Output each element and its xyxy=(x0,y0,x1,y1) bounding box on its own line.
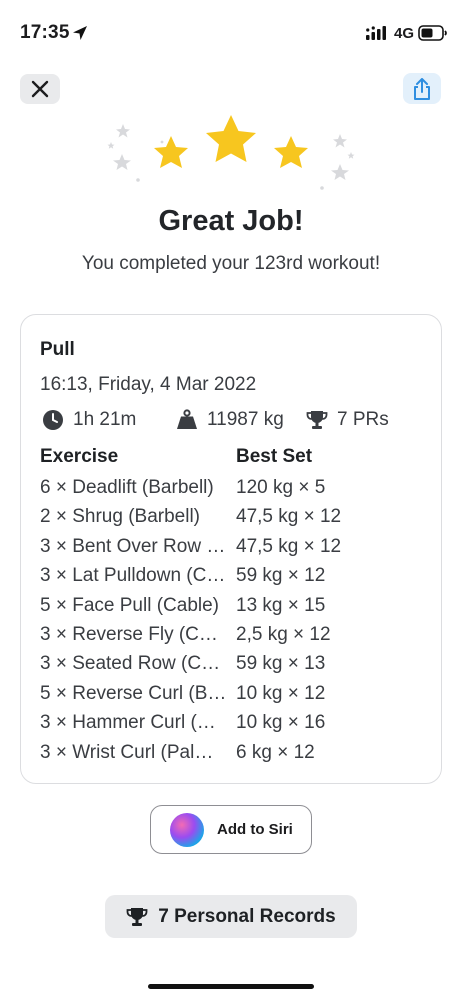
personal-records-button[interactable]: 7 Personal Records xyxy=(105,895,357,938)
share-button[interactable] xyxy=(403,73,441,104)
trophy-icon xyxy=(306,411,328,429)
exercise-row: 3 × Seated Row (Cable) 59 kg × 13 xyxy=(40,651,430,680)
celebration-stars xyxy=(107,115,355,190)
personal-records-label: 7 Personal Records xyxy=(158,905,336,927)
home-indicator[interactable] xyxy=(148,984,314,989)
weight-icon xyxy=(177,409,197,429)
exercise-best-set: 6 kg × 12 xyxy=(236,741,315,763)
exercise-best-set: 13 kg × 15 xyxy=(236,594,326,616)
exercise-row: 3 × Hammer Curl (Dumbbell) 10 kg × 16 xyxy=(40,710,430,739)
exercise-name: 3 × Lat Pulldown (Cable) xyxy=(40,565,228,587)
close-button[interactable] xyxy=(20,74,60,104)
exercise-best-set: 47,5 kg × 12 xyxy=(236,506,342,528)
exercise-best-set: 10 kg × 16 xyxy=(236,712,326,734)
status-bar: 17:35 4G xyxy=(0,0,462,62)
status-time: 17:35 xyxy=(20,22,70,43)
exercise-best-set: 2,5 kg × 12 xyxy=(236,623,331,645)
exercise-list: 6 × Deadlift (Barbell) 120 kg × 5 2 × Sh… xyxy=(40,475,430,769)
exercise-row: 5 × Face Pull (Cable) 13 kg × 15 xyxy=(40,593,430,622)
workout-datetime: 16:13, Friday, 4 Mar 2022 xyxy=(40,374,257,395)
exercise-name: 3 × Hammer Curl (Dumbbell) xyxy=(40,712,228,734)
star-icon xyxy=(154,115,308,168)
exercise-name: 6 × Deadlift (Barbell) xyxy=(40,477,214,498)
volume-value: 11987 kg xyxy=(207,409,284,430)
exercise-name: 3 × Bent Over Row (Barbell) xyxy=(40,535,228,557)
exercise-name: 3 × Wrist Curl (Palms Up) xyxy=(40,741,228,763)
exercise-row: 3 × Reverse Fly (Cable) 2,5 kg × 12 xyxy=(40,622,430,651)
cellular-signal-icon xyxy=(366,26,386,40)
exercise-best-set: 59 kg × 12 xyxy=(236,565,326,587)
completion-title: Great Job! xyxy=(158,205,304,237)
location-arrow-icon xyxy=(73,26,87,40)
exercise-name: 5 × Reverse Curl (Barbell) xyxy=(40,682,228,704)
exercise-row: 3 × Bent Over Row (Barbell) 47,5 kg × 12 xyxy=(40,534,430,563)
prs-value: 7 PRs xyxy=(337,409,389,430)
exercise-row: 3 × Lat Pulldown (Cable) 59 kg × 12 xyxy=(40,563,430,592)
siri-button-label: Add to Siri xyxy=(217,821,293,838)
volume-stat: 11987 kg xyxy=(176,408,284,432)
prs-stat: 7 PRs xyxy=(306,408,389,432)
clock-icon xyxy=(43,410,63,430)
siri-icon xyxy=(170,812,204,847)
add-to-siri-button[interactable]: Add to Siri xyxy=(150,805,312,854)
network-type: 4G xyxy=(394,25,415,42)
duration-stat: 1h 21m xyxy=(42,408,136,432)
exercise-name: 2 × Shrug (Barbell) xyxy=(40,506,200,528)
exercise-row: 3 × Wrist Curl (Palms Up) 6 kg × 12 xyxy=(40,740,430,769)
exercise-column-header: Exercise xyxy=(40,446,119,467)
exercise-row: 2 × Shrug (Barbell) 47,5 kg × 12 xyxy=(40,504,430,533)
exercise-best-set: 10 kg × 12 xyxy=(236,682,326,704)
workout-summary-card: Pull 16:13, Friday, 4 Mar 2022 1h 21m 11… xyxy=(20,314,442,784)
exercise-best-set: 59 kg × 13 xyxy=(236,653,326,675)
exercise-row: 5 × Reverse Curl (Barbell) 10 kg × 12 xyxy=(40,681,430,710)
exercise-name: 5 × Face Pull (Cable) xyxy=(40,594,219,616)
completion-subtitle: You completed your 123rd workout! xyxy=(81,253,381,274)
exercise-name: 3 × Reverse Fly (Cable) xyxy=(40,623,228,645)
workout-name: Pull xyxy=(40,339,75,360)
exercise-row: 6 × Deadlift (Barbell) 120 kg × 5 xyxy=(40,475,430,504)
close-icon xyxy=(31,80,49,98)
exercise-best-set: 120 kg × 5 xyxy=(236,477,326,498)
share-icon xyxy=(414,77,430,100)
exercise-best-set: 47,5 kg × 12 xyxy=(236,535,342,557)
workout-stats: 1h 21m 11987 kg 7 PRs xyxy=(40,408,430,432)
best-set-column-header: Best Set xyxy=(236,446,313,467)
exercise-name: 3 × Seated Row (Cable) xyxy=(40,653,228,675)
battery-icon xyxy=(418,25,447,41)
duration-value: 1h 21m xyxy=(73,409,137,430)
trophy-icon xyxy=(126,907,148,926)
